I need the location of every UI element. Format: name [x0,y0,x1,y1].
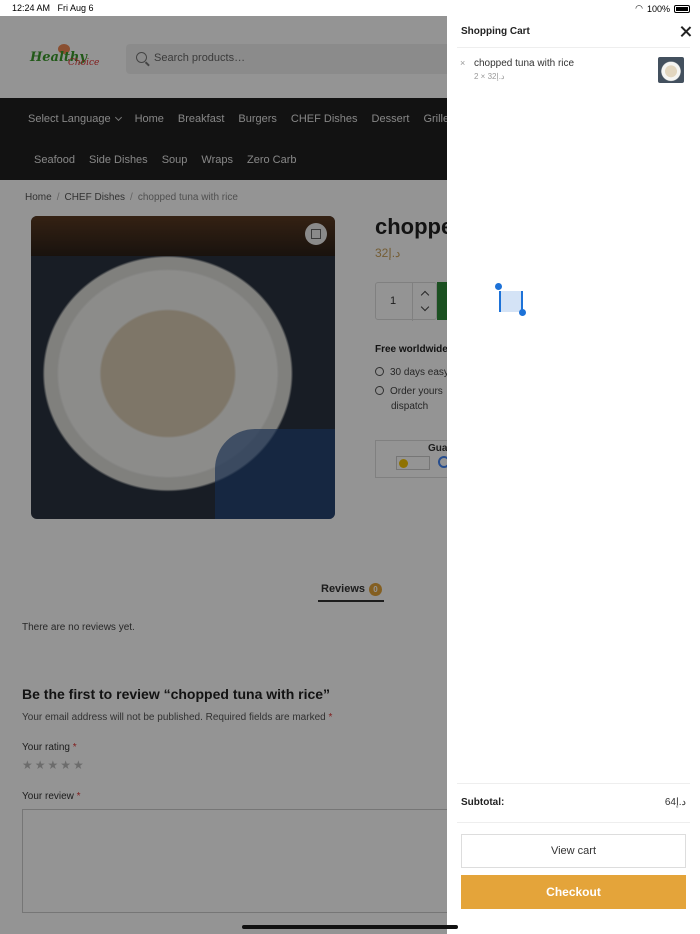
cart-item: × chopped tuna with rice 2 × 32د.إ [457,54,690,88]
cart-item-qty-price: 2 × 32د.إ [474,72,505,81]
view-cart-button[interactable]: View cart [461,834,686,868]
selection-handle-end[interactable] [519,309,526,316]
cart-item-thumbnail[interactable] [658,57,684,83]
divider [457,783,690,784]
subtotal-value: 64د.إ [664,797,686,808]
remove-item-button[interactable]: × [460,58,465,68]
battery-icon [674,4,690,13]
cart-title: Shopping Cart [461,26,530,37]
status-bar: 12:24 AM Fri Aug 6 ◠ 100% [0,0,700,16]
wifi-icon: ◠ [635,3,643,13]
cart-item-name[interactable]: chopped tuna with rice [474,58,574,69]
checkout-button[interactable]: Checkout [461,875,686,909]
selection-handle-start[interactable] [495,283,502,290]
status-right: ◠ 100% [635,3,690,14]
divider [457,822,690,823]
subtotal-label: Subtotal: [461,797,505,808]
home-indicator[interactable] [242,925,458,929]
close-icon[interactable] [680,26,692,38]
battery-percent: 100% [646,3,670,14]
status-time: 12:24 AM Fri Aug 6 [12,3,94,13]
cart-drawer: Shopping Cart × chopped tuna with rice 2… [447,16,700,934]
page-overlay[interactable] [0,16,447,934]
divider [457,47,690,48]
